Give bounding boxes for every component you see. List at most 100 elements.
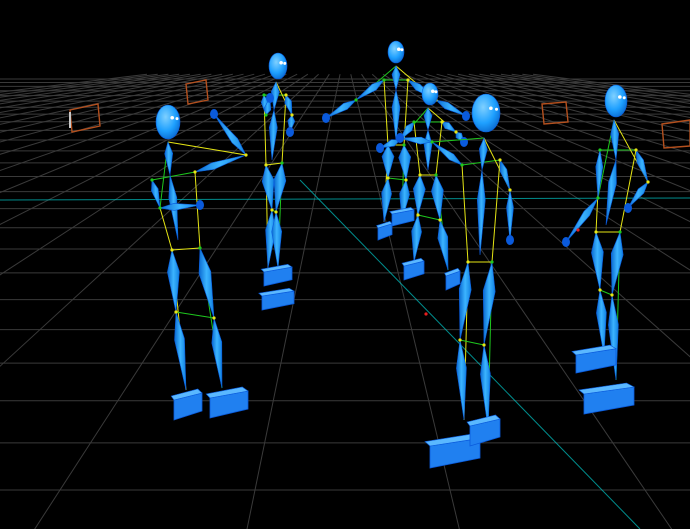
motion-capture-scene[interactable] [0, 0, 690, 529]
mocap-marker [454, 130, 458, 134]
mocap-marker [158, 206, 162, 210]
hand [462, 111, 470, 121]
head [268, 52, 288, 80]
mocap-marker [406, 78, 410, 82]
bone-segment [499, 159, 511, 191]
mocap-marker [594, 230, 598, 234]
mocap-marker [284, 93, 288, 97]
mocap-marker [270, 208, 274, 212]
bone-segment [591, 230, 604, 291]
eye-marker [279, 60, 283, 65]
mocap-marker [646, 180, 650, 184]
grid-line [468, 73, 690, 118]
grid-line [0, 73, 180, 101]
mocap-marker [424, 312, 428, 316]
hand [460, 137, 468, 147]
bone-segment [325, 99, 357, 119]
eye-marker [170, 115, 174, 120]
mocap-marker [610, 293, 614, 297]
grid-line [0, 73, 233, 125]
bone-segment [423, 128, 433, 171]
bone-segment [211, 317, 223, 389]
bone-segment [268, 109, 278, 161]
grid-line [490, 73, 690, 109]
grid-line [0, 73, 223, 119]
mocap-marker [386, 176, 390, 180]
mocap-marker [598, 288, 602, 292]
mocap-marker [404, 178, 408, 182]
mocap-marker [434, 173, 438, 177]
bone-segment [355, 79, 385, 101]
mocap-marker [418, 173, 422, 177]
marker-link [491, 159, 501, 263]
eye-marker [431, 89, 435, 94]
3d-viewport[interactable] [0, 0, 690, 529]
bone-segment [431, 141, 463, 166]
head [471, 93, 501, 133]
bone-segment [608, 294, 619, 381]
bone-segment [565, 197, 599, 243]
hand [562, 237, 570, 247]
mocap-marker [170, 248, 174, 252]
skeleton-figure-icon[interactable] [258, 52, 296, 311]
mocap-marker [382, 78, 386, 82]
eye-marker [489, 106, 493, 111]
mocap-marker [280, 161, 284, 165]
bone-segment [198, 247, 215, 319]
marker-link [417, 214, 441, 221]
mocap-marker [460, 163, 464, 167]
hand [286, 127, 294, 137]
bone-segment [381, 177, 392, 223]
bone-segment [458, 261, 472, 341]
mocap-marker [262, 93, 266, 97]
grid-line [0, 73, 298, 226]
bone-segment [151, 179, 161, 209]
mocap-marker [508, 188, 512, 192]
bone-segment [456, 339, 467, 421]
mocap-marker [482, 343, 486, 347]
bone-segment [213, 113, 247, 156]
head [421, 82, 439, 106]
hand [376, 143, 384, 153]
bone-segment [610, 230, 624, 296]
mocap-marker [412, 120, 416, 124]
bone-segment [431, 174, 444, 221]
mocap-marker [354, 98, 358, 102]
mocap-marker [264, 113, 268, 117]
mocap-marker [498, 158, 502, 162]
mocap-marker [416, 213, 420, 217]
bone-segment [635, 148, 649, 183]
mocap-marker [244, 153, 248, 157]
camera-frame-icon [661, 119, 690, 149]
mocap-marker [150, 178, 154, 182]
mocap-marker [264, 163, 268, 167]
eye-marker [397, 47, 401, 52]
head [387, 40, 405, 64]
marker-link [619, 149, 637, 233]
marker-link [175, 311, 215, 319]
mocap-marker [576, 228, 580, 232]
hand [196, 200, 204, 210]
head [155, 104, 181, 140]
mocap-marker [438, 218, 442, 222]
mocap-marker [634, 148, 638, 152]
eye-marker [495, 107, 498, 111]
hand [506, 235, 514, 245]
marker-link [599, 289, 613, 296]
bone-segment [627, 181, 649, 209]
marker-link [281, 94, 287, 164]
mocap-marker [174, 310, 178, 314]
hand [396, 133, 404, 143]
hand [210, 109, 218, 119]
bone-segment [261, 164, 275, 211]
marker-link [459, 339, 485, 346]
bone-segment [480, 344, 491, 429]
grid-line [0, 73, 212, 113]
grid-line [500, 73, 690, 105]
mocap-marker [596, 196, 600, 200]
mocap-marker [458, 338, 462, 342]
grid-line [522, 73, 690, 98]
eye-marker [175, 117, 179, 121]
bone-segment [273, 162, 287, 213]
bone-segment [605, 159, 617, 226]
